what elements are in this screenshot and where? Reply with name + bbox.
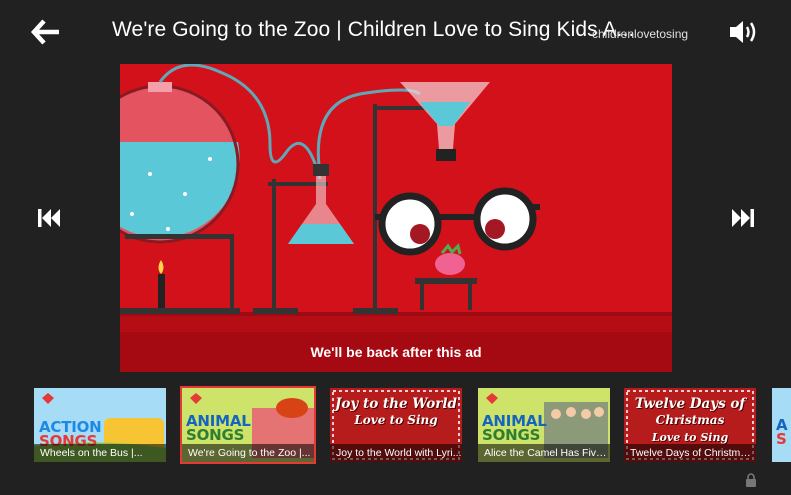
thumbnail-art-title: Twelve Days of [634, 396, 746, 412]
video-frame-illustration [120, 64, 672, 372]
playlist-thumbnail[interactable]: Twelve Days of Christmas Love to Sing Tw… [624, 388, 756, 462]
playlist-thumbnail[interactable]: ACTION SONGS Wheels on the Bus |... [34, 388, 166, 462]
thumbnail-art-subtitle: Love to Sing [354, 413, 438, 427]
ad-message: We'll be back after this ad [310, 344, 482, 360]
thumbnail-title: Joy to the World with Lyri... [330, 444, 462, 462]
top-bar: We're Going to the Zoo | Children Love t… [0, 0, 791, 64]
channel-name[interactable]: childrenlovetosing [592, 27, 688, 41]
playlist-thumbnail[interactable]: ANIMAL SONGS Alice the Camel Has Five... [478, 388, 610, 462]
playlist-thumbnail[interactable]: Joy to the World Love to Sing Joy to the… [330, 388, 462, 462]
thumbnail-title: Wheels on the Bus |... [34, 444, 166, 462]
ad-banner: We'll be back after this ad [120, 332, 672, 372]
thumbnail-word: SONGS [186, 426, 245, 444]
playlist-strip: ACTION SONGS Wheels on the Bus |... ANIM… [0, 386, 791, 464]
thumbnail-title: Alice the Camel Has Five... [478, 444, 610, 462]
playlist-thumbnail-selected[interactable]: ANIMAL SONGS We're Going to the Zoo |... [180, 386, 316, 464]
skip-previous-icon[interactable] [36, 206, 62, 230]
lock-icon[interactable] [745, 473, 757, 487]
thumbnail-art-title: Joy to the World [335, 396, 457, 412]
thumbnail-word: S [776, 430, 787, 448]
back-arrow-icon[interactable] [30, 18, 62, 46]
thumbnail-title: Twelve Days of Christmas... [624, 444, 756, 462]
skip-next-icon[interactable] [730, 206, 756, 230]
video-title: We're Going to the Zoo | Children Love t… [112, 18, 635, 41]
thumbnail-art-caption: Love to Sing [651, 431, 729, 444]
volume-icon[interactable] [728, 18, 758, 46]
thumbnail-word: SONGS [482, 426, 541, 444]
thumbnail-title: We're Going to the Zoo |... [182, 444, 314, 462]
video-player[interactable]: We'll be back after this ad [120, 64, 672, 372]
playlist-thumbnail[interactable]: A S [772, 388, 791, 462]
thumbnail-art-subtitle: Christmas [655, 413, 725, 427]
